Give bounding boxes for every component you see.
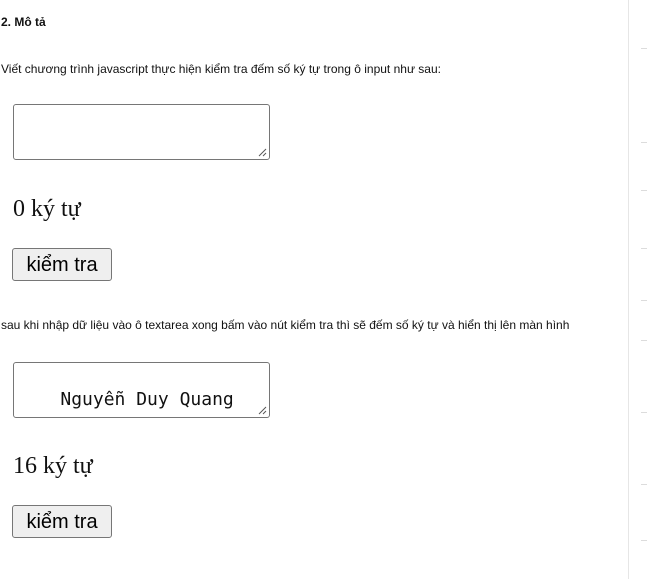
divider <box>641 540 647 541</box>
text-input-filled[interactable]: Nguyễn Duy Quang <box>13 362 270 418</box>
intro-text: Viết chương trình javascript thực hiện k… <box>1 62 441 76</box>
divider <box>641 142 647 143</box>
resize-grip-icon[interactable] <box>258 148 267 157</box>
divider <box>641 248 647 249</box>
divider <box>641 484 647 485</box>
check-button[interactable]: kiểm tra <box>12 505 112 538</box>
divider <box>641 190 647 191</box>
text-input-empty[interactable] <box>13 104 270 160</box>
check-button[interactable]: kiểm tra <box>12 248 112 281</box>
section-heading: 2. Mô tả <box>1 15 46 29</box>
document-content: 2. Mô tả Viết chương trình javascript th… <box>0 0 628 579</box>
char-count-result: 0 ký tự <box>13 196 81 222</box>
resize-grip-icon[interactable] <box>258 406 267 415</box>
explanation-text: sau khi nhập dữ liệu vào ô textarea xong… <box>1 318 570 332</box>
textarea-value: Nguyễn Duy Quang <box>60 389 234 410</box>
char-count-result: 16 ký tự <box>13 453 93 479</box>
side-panel <box>628 0 647 579</box>
divider <box>641 300 647 301</box>
divider <box>641 48 647 49</box>
divider <box>641 340 647 341</box>
divider <box>641 412 647 413</box>
